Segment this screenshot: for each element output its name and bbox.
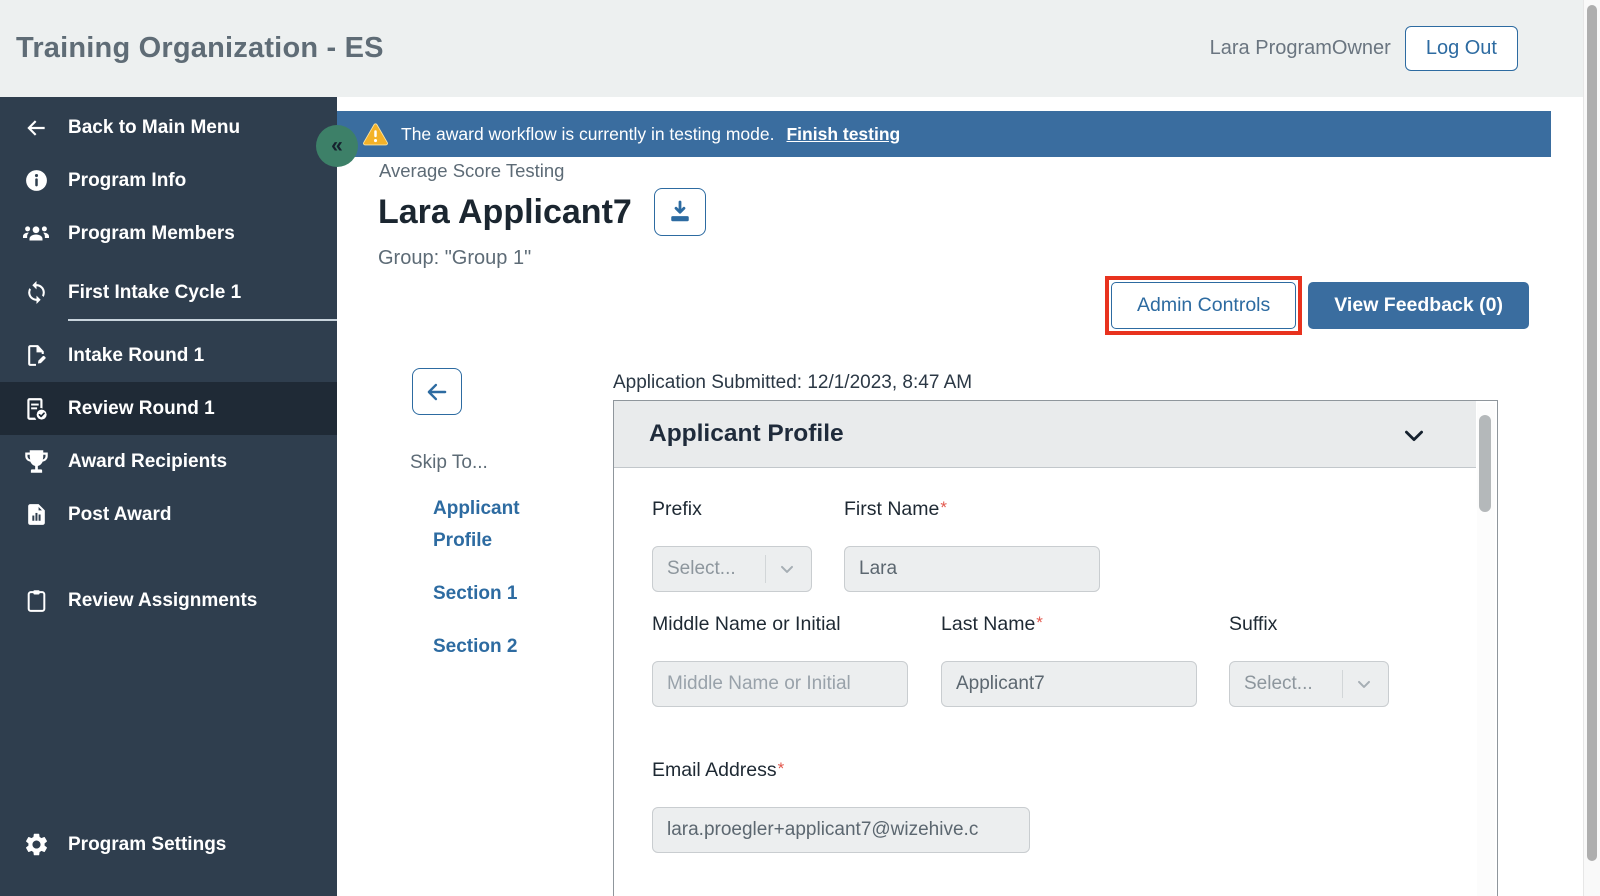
- suffix-label: Suffix: [1229, 613, 1278, 635]
- sidebar-item-label: Intake Round 1: [68, 344, 205, 366]
- form-row-2: Middle Name or Initial Last Name* Suffix…: [652, 613, 1457, 707]
- gear-icon: [21, 831, 51, 858]
- last-name-field-group: Last Name*: [941, 613, 1197, 707]
- action-buttons: Admin Controls View Feedback (0): [1104, 276, 1529, 335]
- prefix-select[interactable]: Select...: [652, 546, 812, 592]
- sidebar-section-divider: [68, 319, 337, 321]
- page-title: Training Organization - ES: [16, 32, 384, 64]
- finish-testing-link[interactable]: Finish testing: [786, 124, 900, 145]
- sidebar-item-label: First Intake Cycle 1: [68, 281, 242, 303]
- trophy-icon: [21, 448, 51, 475]
- last-name-label: Last Name*: [941, 613, 1043, 635]
- sidebar-item-label: Program Info: [68, 169, 187, 191]
- suffix-field-group: Suffix Select...: [1229, 613, 1389, 707]
- email-input[interactable]: [652, 807, 1030, 853]
- prefix-label: Prefix: [652, 498, 702, 520]
- sidebar-item-program-members[interactable]: Program Members: [0, 207, 337, 260]
- arrow-left-icon: [424, 379, 450, 405]
- email-label: Email Address*: [652, 759, 785, 781]
- skip-to-links: Applicant Profile Section 1 Section 2: [433, 493, 545, 663]
- applicant-profile-form: Prefix Select... First Name* Middle Name…: [614, 468, 1497, 853]
- sidebar-item-first-intake-cycle[interactable]: First Intake Cycle 1: [0, 266, 337, 319]
- required-marker: *: [777, 759, 785, 778]
- sidebar-item-label: Award Recipients: [68, 450, 228, 472]
- last-name-input[interactable]: [941, 661, 1197, 707]
- collapse-chevrons-icon: «: [331, 134, 343, 157]
- first-name-input[interactable]: [844, 546, 1100, 592]
- chevron-down-icon: [1342, 670, 1374, 698]
- sidebar-item-post-award[interactable]: Post Award: [0, 488, 337, 541]
- page-scrollbar-thumb[interactable]: [1587, 5, 1597, 861]
- sidebar-item-review-round-1[interactable]: Review Round 1: [0, 382, 337, 435]
- email-field-group: Email Address*: [652, 759, 1030, 853]
- form-row-3: Email Address*: [652, 759, 1457, 853]
- skip-link-section-2[interactable]: Section 2: [433, 631, 545, 663]
- suffix-value: Select...: [1244, 673, 1313, 694]
- back-button[interactable]: [412, 368, 462, 415]
- chevron-down-icon: [1400, 421, 1428, 454]
- cycle-icon: [21, 280, 51, 305]
- prefix-value: Select...: [667, 558, 736, 579]
- application-panel: Applicant Profile Prefix Select... First…: [613, 400, 1498, 896]
- middle-name-input[interactable]: [652, 661, 908, 707]
- sidebar-item-label: Back to Main Menu: [68, 116, 241, 138]
- sidebar-collapse-button[interactable]: «: [316, 125, 358, 167]
- required-marker: *: [1036, 613, 1043, 632]
- download-icon: [666, 198, 694, 226]
- info-icon: [21, 168, 51, 193]
- sidebar-item-label: Post Award: [68, 503, 172, 525]
- middle-name-field-group: Middle Name or Initial: [652, 613, 908, 707]
- view-feedback-button[interactable]: View Feedback (0): [1308, 282, 1529, 329]
- skip-link-applicant-profile[interactable]: Applicant Profile: [433, 493, 545, 557]
- download-button[interactable]: [653, 188, 706, 236]
- user-name: Lara ProgramOwner: [1209, 37, 1391, 59]
- people-icon: [21, 219, 51, 249]
- sidebar-item-label: Program Members: [68, 222, 235, 244]
- arrow-left-icon: [21, 115, 51, 141]
- warning-icon: [362, 121, 389, 148]
- application-submitted-text: Application Submitted: 12/1/2023, 8:47 A…: [613, 372, 973, 393]
- sidebar-item-review-assignments[interactable]: Review Assignments: [0, 574, 337, 627]
- applicant-heading-row: Lara Applicant7: [378, 188, 706, 236]
- section-title: Applicant Profile: [649, 420, 844, 447]
- first-name-field-group: First Name*: [844, 498, 1100, 592]
- sidebar-item-label: Program Settings: [68, 833, 227, 855]
- applicant-profile-section-header[interactable]: Applicant Profile: [614, 401, 1476, 468]
- document-check-icon: [21, 396, 51, 422]
- skip-to-label: Skip To...: [410, 452, 488, 473]
- sidebar-item-back-to-main-menu[interactable]: Back to Main Menu: [0, 101, 337, 154]
- top-bar: Training Organization - ES Lara ProgramO…: [0, 0, 1600, 97]
- banner-message: The award workflow is currently in testi…: [401, 123, 775, 144]
- skip-link-section-1[interactable]: Section 1: [433, 578, 545, 610]
- sidebar-item-program-info[interactable]: Program Info: [0, 154, 337, 207]
- document-chart-icon: [21, 502, 51, 527]
- logout-button[interactable]: Log Out: [1404, 26, 1518, 71]
- sidebar-item-intake-round-1[interactable]: Intake Round 1: [0, 329, 337, 382]
- sidebar: Back to Main Menu Program Info Program M…: [0, 97, 337, 896]
- testing-mode-banner: The award workflow is currently in testi…: [337, 111, 1551, 157]
- annotation-highlight-box: Admin Controls: [1104, 276, 1303, 335]
- required-marker: *: [940, 498, 947, 517]
- program-name: Average Score Testing: [379, 160, 565, 181]
- chevron-down-icon: [765, 555, 797, 583]
- middle-name-label: Middle Name or Initial: [652, 613, 841, 635]
- panel-scrollbar-thumb[interactable]: [1479, 415, 1491, 512]
- suffix-select[interactable]: Select...: [1229, 661, 1389, 707]
- sidebar-item-label: Review Round 1: [68, 397, 215, 419]
- document-edit-icon: [21, 343, 51, 368]
- clipboard-icon: [21, 588, 51, 613]
- topbar-right: Lara ProgramOwner Log Out: [1210, 26, 1518, 71]
- sidebar-item-award-recipients[interactable]: Award Recipients: [0, 435, 337, 488]
- admin-controls-button[interactable]: Admin Controls: [1110, 282, 1297, 329]
- first-name-label: First Name*: [844, 498, 947, 520]
- panel-scrollbar[interactable]: [1477, 403, 1495, 896]
- prefix-field-group: Prefix Select...: [652, 498, 812, 592]
- sidebar-item-label: Review Assignments: [68, 589, 258, 611]
- applicant-name: Lara Applicant7: [378, 192, 632, 231]
- group-label: Group: "Group 1": [378, 247, 532, 269]
- page-scrollbar[interactable]: [1583, 0, 1600, 896]
- form-row-1: Prefix Select... First Name*: [652, 498, 1457, 592]
- sidebar-item-program-settings[interactable]: Program Settings: [0, 818, 337, 871]
